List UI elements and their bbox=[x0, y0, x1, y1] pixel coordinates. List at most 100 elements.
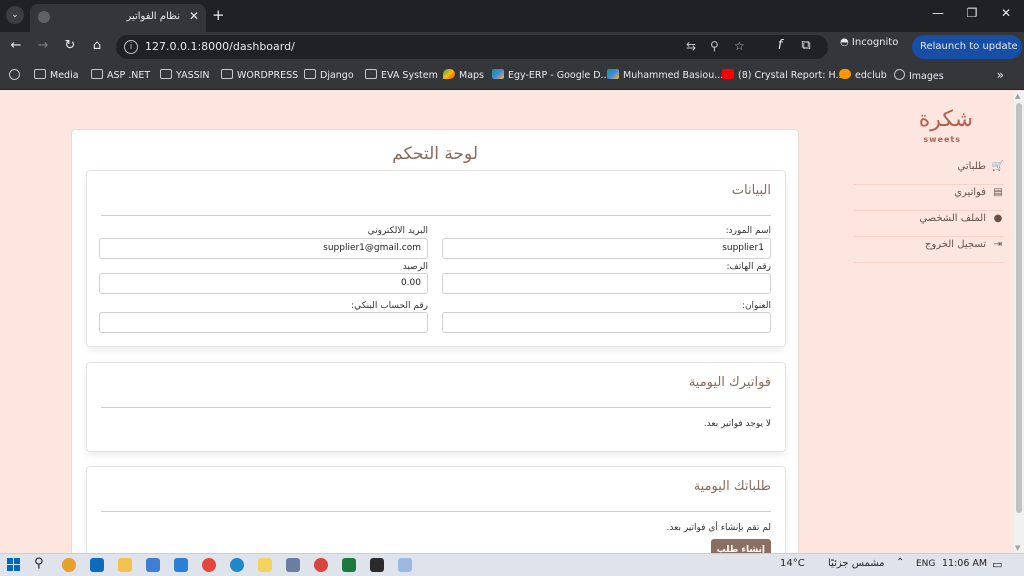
chrome-icon[interactable] bbox=[202, 558, 216, 572]
extensions-icon[interactable]: ⧉ bbox=[797, 38, 815, 53]
relaunch-button[interactable]: Relaunch to update ⋮ bbox=[912, 35, 1022, 76]
tray-expand-icon[interactable]: ⌃ bbox=[896, 557, 904, 568]
page-scrollbar[interactable]: ▲ ▼ bbox=[1014, 91, 1024, 553]
relaunch-label: Relaunch to update bbox=[920, 41, 1018, 52]
app-icon[interactable] bbox=[146, 558, 160, 572]
tab-search-icon[interactable]: ⌄ bbox=[6, 6, 24, 24]
home-icon[interactable]: ⌂ bbox=[88, 38, 106, 53]
weather-description[interactable]: مشمس جزئيًا bbox=[828, 558, 885, 569]
sidebar-item-my-invoices[interactable]: ▤ فواتيري bbox=[854, 187, 1004, 211]
back-icon[interactable]: ← bbox=[7, 38, 25, 53]
dashboard-container: لوحة التحكم البيانات اسم المورد: supplie… bbox=[71, 129, 799, 553]
address-bar[interactable]: i 127.0.0.1:8000/dashboard/ ⇆ ⚲ ☆ bbox=[116, 35, 828, 59]
address-label: العنوان: bbox=[741, 301, 771, 311]
supplier-name-field[interactable]: supplier1 bbox=[442, 238, 771, 259]
maps-icon bbox=[443, 69, 455, 79]
app-icon[interactable] bbox=[398, 558, 412, 572]
daily-orders-card: طلباتك اليومية لم تقم بإنشاء أي فواتير ب… bbox=[86, 466, 786, 553]
restore-icon[interactable]: ❐ bbox=[962, 6, 982, 20]
language-indicator[interactable]: ENG bbox=[916, 559, 935, 569]
scroll-thumb[interactable] bbox=[1016, 103, 1022, 513]
create-order-button[interactable]: إنشاء طلب bbox=[710, 539, 771, 553]
daily-invoices-title: فواتيرك اليومية bbox=[688, 375, 771, 390]
folder-icon bbox=[365, 69, 377, 79]
page-title: لوحة التحكم bbox=[392, 144, 478, 164]
incognito-indicator[interactable]: ◓ Incognito bbox=[840, 37, 898, 48]
page-content: شكرة sweets 🛒 طلباتي ▤ فواتيري ● الملف الشخ… bbox=[0, 91, 1014, 553]
youtube-icon bbox=[722, 69, 734, 79]
browser-tab-bar: ⌄ نظام الفواتير ✕ + — ❐ ✕ bbox=[0, 0, 1024, 32]
bookmark-crystal-report[interactable]: (8) Crystal Report: H... bbox=[722, 69, 845, 81]
bank-account-field[interactable] bbox=[99, 312, 428, 333]
browser-tab[interactable]: نظام الفواتير ✕ bbox=[30, 4, 206, 32]
taskbar-search-icon[interactable]: ⚲ bbox=[34, 556, 44, 571]
translate-icon[interactable]: ⇆ bbox=[686, 39, 696, 53]
terminal-icon[interactable] bbox=[370, 558, 384, 572]
email-field[interactable]: supplier1@gmail.com bbox=[99, 238, 428, 259]
sidebar-item-label: تسجيل الخروج bbox=[924, 239, 986, 250]
file-explorer-icon[interactable] bbox=[118, 558, 132, 572]
excel-icon[interactable] bbox=[342, 558, 356, 572]
weather-temperature[interactable]: 14°C bbox=[780, 558, 805, 569]
forward-icon[interactable]: → bbox=[34, 38, 52, 53]
url-text[interactable]: 127.0.0.1:8000/dashboard/ bbox=[145, 40, 295, 53]
scroll-down-icon[interactable]: ▼ bbox=[1015, 544, 1020, 552]
sidebar-item-logout[interactable]: ⇥ تسجيل الخروج bbox=[854, 239, 1004, 263]
file-icon: ▤ bbox=[993, 187, 1003, 198]
new-tab-icon[interactable]: + bbox=[212, 6, 225, 24]
bookmark-eva-system[interactable]: EVA System bbox=[365, 69, 438, 81]
browser-toolbar: ← → ↻ ⌂ i 127.0.0.1:8000/dashboard/ ⇆ ⚲ … bbox=[0, 32, 1024, 76]
bookmark-images[interactable]: Images bbox=[894, 69, 944, 82]
balance-field[interactable]: 0.00 bbox=[99, 273, 428, 294]
bookmark-edclub[interactable]: edclub bbox=[839, 69, 887, 81]
formula-extension-icon[interactable]: f bbox=[771, 38, 789, 53]
vscode-icon[interactable] bbox=[174, 558, 188, 572]
logout-icon: ⇥ bbox=[993, 239, 1003, 250]
data-card-title: البيانات bbox=[731, 183, 771, 198]
no-orders-text: لم تقم بإنشاء أي فواتير بعد. bbox=[666, 523, 771, 533]
zoom-icon[interactable]: ⚲ bbox=[710, 39, 719, 53]
chrome-icon[interactable] bbox=[314, 558, 328, 572]
incognito-icon: ◓ bbox=[840, 37, 849, 48]
reload-icon[interactable]: ↻ bbox=[61, 38, 79, 53]
outlook-icon[interactable] bbox=[90, 558, 104, 572]
bookmark-media[interactable]: Media bbox=[34, 69, 79, 81]
copilot-icon[interactable] bbox=[62, 558, 76, 572]
windows-start-icon[interactable] bbox=[7, 558, 21, 572]
close-window-icon[interactable]: ✕ bbox=[996, 6, 1016, 20]
bookmark-muhammed[interactable]: Muhammed Basiou... bbox=[607, 69, 723, 81]
no-invoices-text: لا يوجد فواتير بعد. bbox=[703, 419, 771, 429]
bookmark-asp-net[interactable]: ASP .NET bbox=[91, 69, 150, 81]
balance-label: الرصيد bbox=[402, 262, 428, 272]
sidebar-item-my-orders[interactable]: 🛒 طلباتي bbox=[854, 161, 1004, 185]
folder-icon bbox=[160, 69, 172, 79]
bookmark-django[interactable]: Django bbox=[304, 69, 354, 81]
folder-icon bbox=[221, 69, 233, 79]
brand-logo[interactable]: شكرة sweets bbox=[905, 101, 975, 147]
notification-icon[interactable]: ▭ bbox=[992, 558, 1002, 571]
bookmark-egy-erp[interactable]: Egy-ERP - Google D... bbox=[492, 69, 610, 81]
edge-icon[interactable] bbox=[230, 558, 244, 572]
clock[interactable]: 11:06 AM bbox=[942, 558, 987, 569]
bookmarks-bar: Media ASP .NET YASSIN WORDPRESS Django E… bbox=[0, 62, 1024, 90]
phone-label: رقم الهاتف: bbox=[726, 262, 772, 272]
more-bookmarks-icon[interactable]: » bbox=[997, 68, 1004, 82]
sidebar-item-label: فواتيري bbox=[954, 187, 986, 198]
sticky-notes-icon[interactable] bbox=[258, 558, 272, 572]
bookmark-globe[interactable] bbox=[9, 69, 24, 82]
bookmark-wordpress[interactable]: WORDPRESS bbox=[221, 69, 298, 81]
bank-account-label: رقم الحساب البنكي: bbox=[351, 301, 428, 311]
bookmark-yassin[interactable]: YASSIN bbox=[160, 69, 210, 81]
scroll-up-icon[interactable]: ▲ bbox=[1015, 92, 1020, 100]
bookmark-star-icon[interactable]: ☆ bbox=[734, 39, 745, 53]
folder-icon bbox=[34, 69, 46, 79]
site-info-icon[interactable]: i bbox=[124, 40, 138, 54]
minimize-icon[interactable]: — bbox=[928, 6, 948, 20]
sidebar-item-profile[interactable]: ● الملف الشخصي bbox=[854, 213, 1004, 237]
address-field[interactable] bbox=[442, 312, 771, 333]
tab-close-icon[interactable]: ✕ bbox=[189, 9, 199, 23]
phone-field[interactable] bbox=[442, 273, 771, 294]
app-icon[interactable] bbox=[286, 558, 300, 572]
logo-word: شكرة bbox=[918, 107, 973, 132]
bookmark-maps[interactable]: Maps bbox=[443, 69, 484, 81]
